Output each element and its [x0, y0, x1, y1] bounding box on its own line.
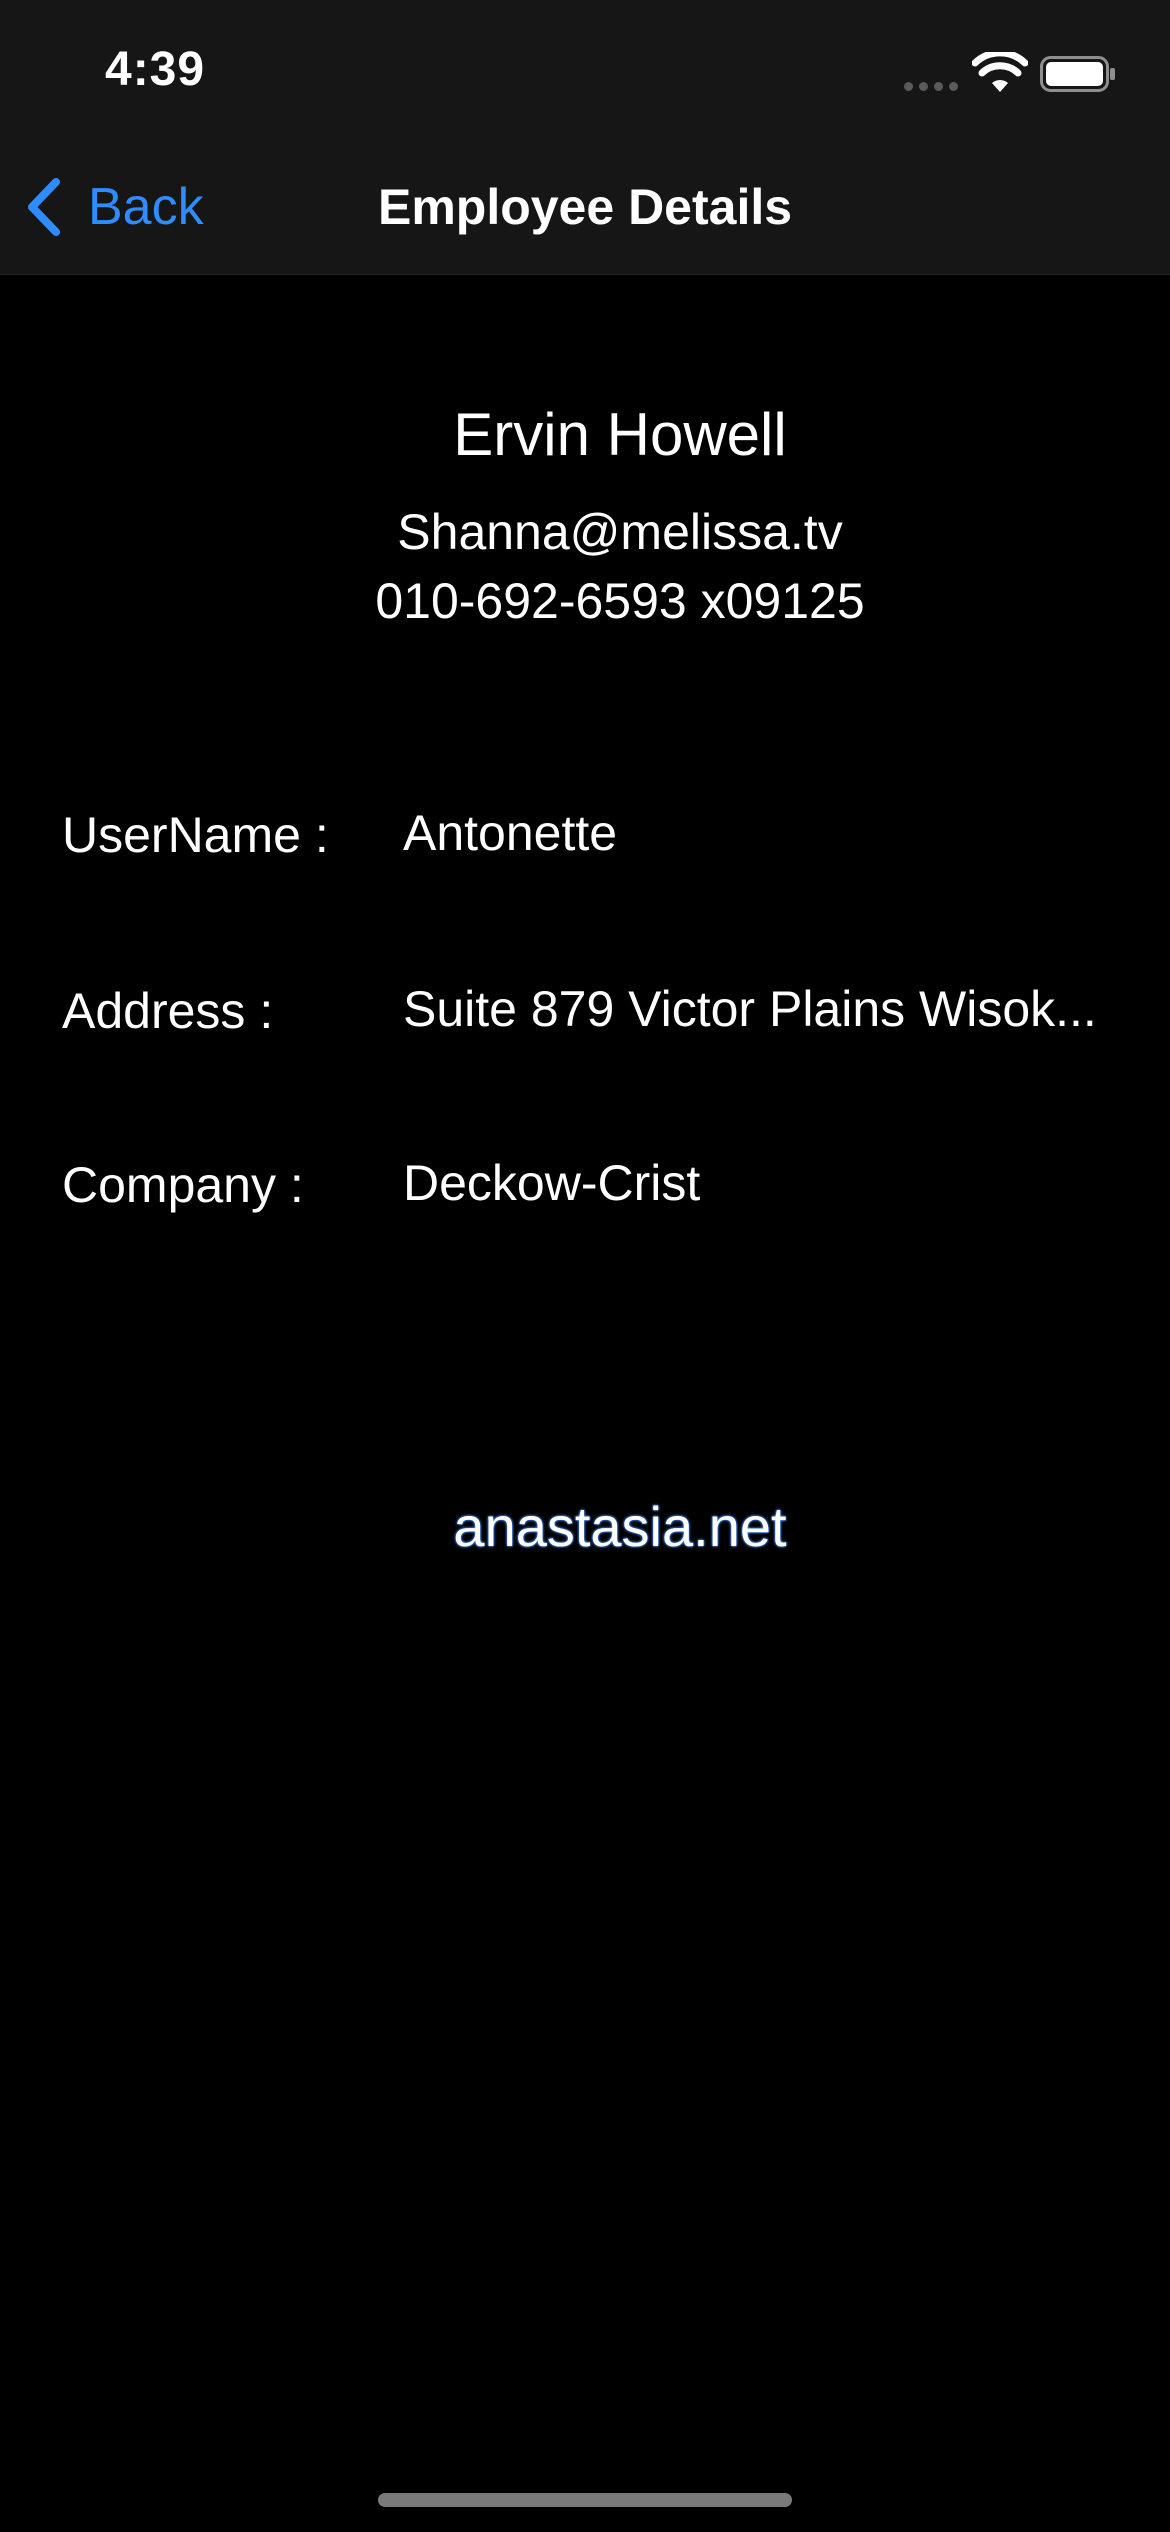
- employee-phone: 010-692-6593 x09125: [375, 573, 865, 629]
- company-label: Company :: [62, 1157, 304, 1213]
- status-time: 4:39: [105, 43, 206, 96]
- username-value: Antonette: [403, 805, 618, 861]
- home-indicator[interactable]: [378, 2493, 792, 2507]
- wifi-icon: [972, 52, 1028, 92]
- cellular-signal-icon: [904, 82, 960, 92]
- battery-icon: [1040, 56, 1115, 92]
- address-value: Suite 879 Victor Plains Wisok...: [403, 981, 1097, 1037]
- website-link[interactable]: anastasia.net: [0, 1494, 1170, 1559]
- page-title: Employee Details: [377, 179, 793, 235]
- username-label: UserName :: [62, 807, 329, 863]
- employee-email: Shanna@melissa.tv: [397, 504, 843, 560]
- address-label: Address :: [62, 983, 274, 1039]
- employee-name: Ervin Howell: [453, 401, 787, 468]
- company-value: Deckow-Crist: [403, 1155, 701, 1211]
